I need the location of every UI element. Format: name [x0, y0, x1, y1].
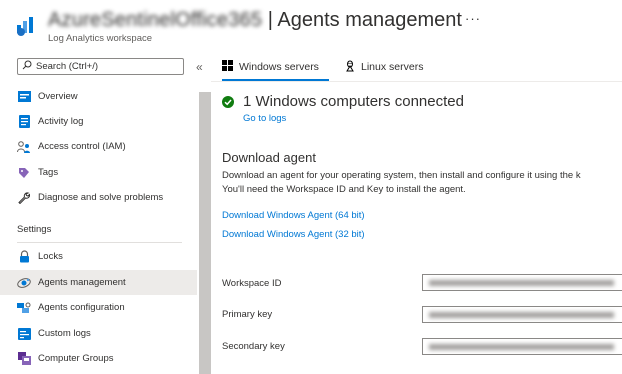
overview-icon	[17, 90, 31, 104]
selected-tab-indicator	[222, 79, 329, 81]
sidebar-scrollbar-top[interactable]	[199, 80, 211, 92]
success-check-icon	[222, 95, 234, 108]
sidebar-item-overview[interactable]: Overview	[0, 84, 197, 109]
download-agent-title: Download agent	[222, 150, 316, 165]
workspace-id-label: Workspace ID	[222, 278, 282, 289]
sidebar-scrollbar[interactable]	[199, 80, 211, 374]
collapse-sidebar-button[interactable]: «	[196, 60, 203, 74]
download-32bit-link[interactable]: Download Windows Agent (32 bit)	[222, 229, 365, 240]
sidebar-item-access-control[interactable]: Access control (IAM)	[0, 134, 197, 159]
secondary-key-label: Secondary key	[222, 341, 285, 352]
sidebar-item-custom-logs[interactable]: Custom logs	[0, 321, 197, 346]
secondary-key-field[interactable]	[422, 338, 622, 355]
sidebar-item-computer-groups[interactable]: Computer Groups	[0, 346, 197, 371]
workspace-name: AzureSentinelOffice365	[48, 9, 263, 31]
more-options-button[interactable]: ···	[465, 11, 481, 26]
page-subtitle: Log Analytics workspace	[48, 33, 153, 44]
connected-status-text: 1 Windows computers connected	[243, 93, 464, 110]
sidebar-item-tags[interactable]: Tags	[0, 160, 197, 185]
section-divider	[17, 242, 182, 243]
primary-key-label: Primary key	[222, 309, 273, 320]
download-64bit-link[interactable]: Download Windows Agent (64 bit)	[222, 210, 365, 221]
search-input[interactable]: Search (Ctrl+/)	[17, 58, 184, 75]
sidebar-item-diagnose[interactable]: Diagnose and solve problems	[0, 185, 197, 210]
primary-key-field[interactable]	[422, 306, 622, 323]
page-title-text: Agents management	[277, 9, 462, 31]
sidebar-item-activity-log[interactable]: Activity log	[0, 109, 197, 134]
activity-log-icon	[17, 115, 31, 129]
obscured-value	[429, 280, 614, 286]
go-to-logs-link[interactable]: Go to logs	[243, 113, 286, 124]
workspace-id-field[interactable]	[422, 274, 622, 291]
sidebar-item-agents-management[interactable]: Agents management	[0, 270, 197, 295]
obscured-value	[429, 344, 614, 350]
sidebar-item-locks[interactable]: Locks	[0, 244, 197, 269]
settings-section-label: Settings	[17, 224, 52, 235]
page-title: AzureSentinelOffice365 | Agents manageme…	[48, 9, 462, 32]
search-placeholder: Search (Ctrl+/)	[36, 61, 99, 72]
log-analytics-logo-icon	[15, 15, 37, 37]
wrench-icon	[17, 191, 31, 205]
agents-config-icon	[17, 301, 31, 315]
people-icon	[17, 140, 31, 154]
tab-bar-divider	[211, 81, 622, 82]
obscured-value	[429, 312, 614, 318]
sidebar-item-agents-configuration[interactable]: Agents configuration	[0, 295, 197, 320]
linux-icon	[345, 60, 355, 75]
custom-logs-icon	[17, 327, 31, 341]
tab-windows-servers[interactable]: Windows servers	[222, 55, 319, 79]
download-description: Download an agent for your operating sys…	[222, 170, 581, 181]
tab-linux-servers[interactable]: Linux servers	[345, 55, 423, 79]
lock-icon	[17, 250, 31, 264]
download-description-2: You'll need the Workspace ID and Key to …	[222, 184, 466, 195]
search-icon	[22, 60, 32, 73]
computer-groups-icon	[17, 352, 31, 366]
tag-icon	[17, 166, 31, 180]
title-separator: |	[262, 9, 278, 31]
windows-icon	[222, 60, 233, 74]
agents-icon	[17, 276, 31, 290]
